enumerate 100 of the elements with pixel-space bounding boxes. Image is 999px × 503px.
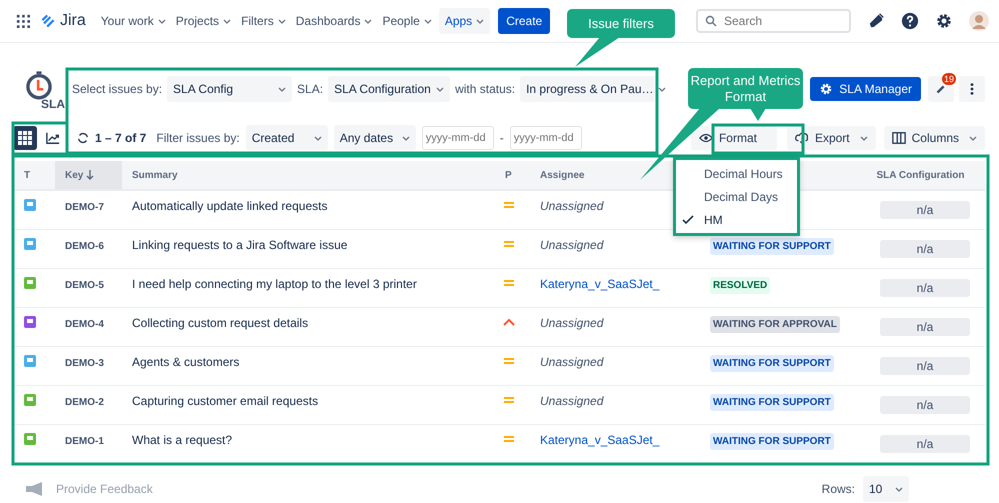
sla-dropdown[interactable]: SLA Configuration xyxy=(328,76,450,102)
issue-summary[interactable]: Linking requests to a Jira Software issue xyxy=(132,238,348,252)
status-lozenge: RESOLVED xyxy=(710,277,770,294)
column-header[interactable]: Summary xyxy=(122,161,495,189)
select-dropdown[interactable]: SLA Config xyxy=(167,76,292,102)
chevron-icon xyxy=(424,18,432,24)
sla-value: n/a xyxy=(880,435,970,453)
column-header[interactable]: P xyxy=(495,161,530,189)
app-switcher-icon[interactable] xyxy=(16,14,30,28)
issue-summary[interactable]: I need help connecting my laptop to the level 3 printer xyxy=(132,277,417,291)
refresh-icon[interactable] xyxy=(77,132,89,144)
chevron-icon xyxy=(402,136,410,140)
sla-value: n/a xyxy=(880,318,970,336)
chevron-icon xyxy=(476,18,484,24)
columns-button[interactable]: Columns xyxy=(884,126,985,150)
issue-key[interactable]: DEMO-4 xyxy=(65,317,104,330)
assignee-text: Unassigned xyxy=(540,316,604,330)
format-option[interactable]: Decimal Days xyxy=(704,190,778,204)
date-to-field[interactable]: yyyy-mm-dd xyxy=(510,126,582,150)
sort-arrow-icon xyxy=(86,170,94,180)
status-lozenge: WAITING FOR APPROVAL xyxy=(710,316,840,333)
notification-count: 19 xyxy=(942,73,956,85)
chevron-icon xyxy=(223,18,232,24)
callout-label: Issue filters xyxy=(587,16,655,32)
column-header[interactable]: SLA Configuration xyxy=(855,161,986,189)
date-field-dropdown[interactable]: Created xyxy=(246,125,328,151)
notification-button[interactable]: 19 xyxy=(928,76,954,102)
status-lozenge: WAITING FOR SUPPORT xyxy=(710,394,834,411)
nav-menu-item[interactable]: Dashboards xyxy=(292,0,376,42)
sla-logo-text: SLA xyxy=(41,97,65,111)
nav-menu-item[interactable]: Projects xyxy=(172,0,234,42)
issue-key[interactable]: DEMO-5 xyxy=(65,278,104,291)
search-field[interactable]: Search xyxy=(696,9,851,33)
settings-icon[interactable] xyxy=(935,12,953,30)
issue-summary[interactable]: Collecting custom request details xyxy=(132,316,308,330)
issue-key[interactable]: DEMO-7 xyxy=(65,200,104,213)
sla-value: n/a xyxy=(880,396,970,414)
status-lozenge: WAITING FOR SUPPORT xyxy=(710,355,834,372)
filter-label: Filter issues by: xyxy=(156,131,240,145)
date-from-field[interactable]: yyyy-mm-dd xyxy=(422,126,494,150)
assignee-text: Unassigned xyxy=(540,394,604,408)
table-view-button[interactable] xyxy=(13,126,37,150)
more-button[interactable] xyxy=(959,76,985,102)
sla-value: n/a xyxy=(880,357,970,375)
chevron-icon xyxy=(158,18,166,24)
format-button[interactable]: Format xyxy=(690,126,777,150)
sla-manager-button[interactable]: SLA Manager xyxy=(810,77,921,101)
assignee-link[interactable]: Kateryna_v_SaaSJet_ xyxy=(540,433,660,447)
export-button[interactable]: Export xyxy=(786,126,876,150)
chevron-icon xyxy=(278,86,286,92)
chevron-icon xyxy=(364,18,372,24)
chevron-icon xyxy=(436,86,444,92)
sla-value: n/a xyxy=(880,279,970,297)
assignee-text: Unassigned xyxy=(540,199,604,213)
assignee-text: Unassigned xyxy=(540,355,604,369)
format-option[interactable]: HM xyxy=(704,212,723,226)
columns-icon xyxy=(892,131,906,145)
sla-label: SLA: xyxy=(297,82,324,96)
status-lozenge: WAITING FOR SUPPORT xyxy=(710,238,834,255)
chevron-icon xyxy=(895,486,903,492)
chevron-icon xyxy=(278,18,286,24)
select-label: Select issues by: xyxy=(72,82,162,96)
rows-dropdown[interactable]: 10 xyxy=(863,476,909,502)
chevron-icon xyxy=(969,136,977,140)
assignee-link[interactable]: Kateryna_v_SaaSJet_ xyxy=(540,277,660,291)
logo-icon xyxy=(40,13,56,29)
check-icon xyxy=(682,214,694,226)
grid-icon xyxy=(18,131,32,145)
column-header[interactable]: T xyxy=(14,161,55,189)
nav-menu-item[interactable]: Filters xyxy=(238,0,289,42)
create-button[interactable]: Create xyxy=(498,8,550,34)
nav-menu-item[interactable]: Apps xyxy=(438,8,490,34)
chevron-icon xyxy=(658,86,666,92)
more-icon xyxy=(970,82,974,96)
date-range-dropdown[interactable]: Any dates xyxy=(334,125,416,151)
issue-key[interactable]: DEMO-3 xyxy=(65,356,104,369)
column-header[interactable]: Key xyxy=(55,161,122,189)
rows-label: Rows: xyxy=(822,482,855,496)
nav-menu-item[interactable]: Your work xyxy=(98,0,169,42)
status-lozenge: WAITING FOR SUPPORT xyxy=(710,433,834,450)
eye-icon xyxy=(698,131,713,145)
issue-key[interactable]: DEMO-1 xyxy=(65,434,104,447)
assignee-text: Unassigned xyxy=(540,238,604,252)
help-icon[interactable] xyxy=(901,12,919,30)
sla-value: n/a xyxy=(880,201,970,219)
format-option[interactable]: Decimal Hours xyxy=(704,166,783,180)
callout-label: Report and Metrics Format xyxy=(690,73,802,105)
issue-summary[interactable]: What is a request? xyxy=(132,433,232,447)
issue-key[interactable]: DEMO-2 xyxy=(65,395,104,408)
chart-icon xyxy=(46,131,60,145)
product-name[interactable]: Jira xyxy=(60,12,86,30)
gear-icon xyxy=(819,82,834,96)
issue-summary[interactable]: Capturing customer email requests xyxy=(132,394,318,408)
cloud-download-icon xyxy=(794,131,809,145)
issue-summary[interactable]: Agents & customers xyxy=(132,355,240,369)
issue-summary[interactable]: Automatically update linked requests xyxy=(132,199,328,213)
result-count: 1 – 7 of 7 xyxy=(95,131,146,145)
chevron-icon xyxy=(314,136,322,140)
nav-menu-item[interactable]: People xyxy=(379,0,435,42)
issue-key[interactable]: DEMO-6 xyxy=(65,239,104,252)
